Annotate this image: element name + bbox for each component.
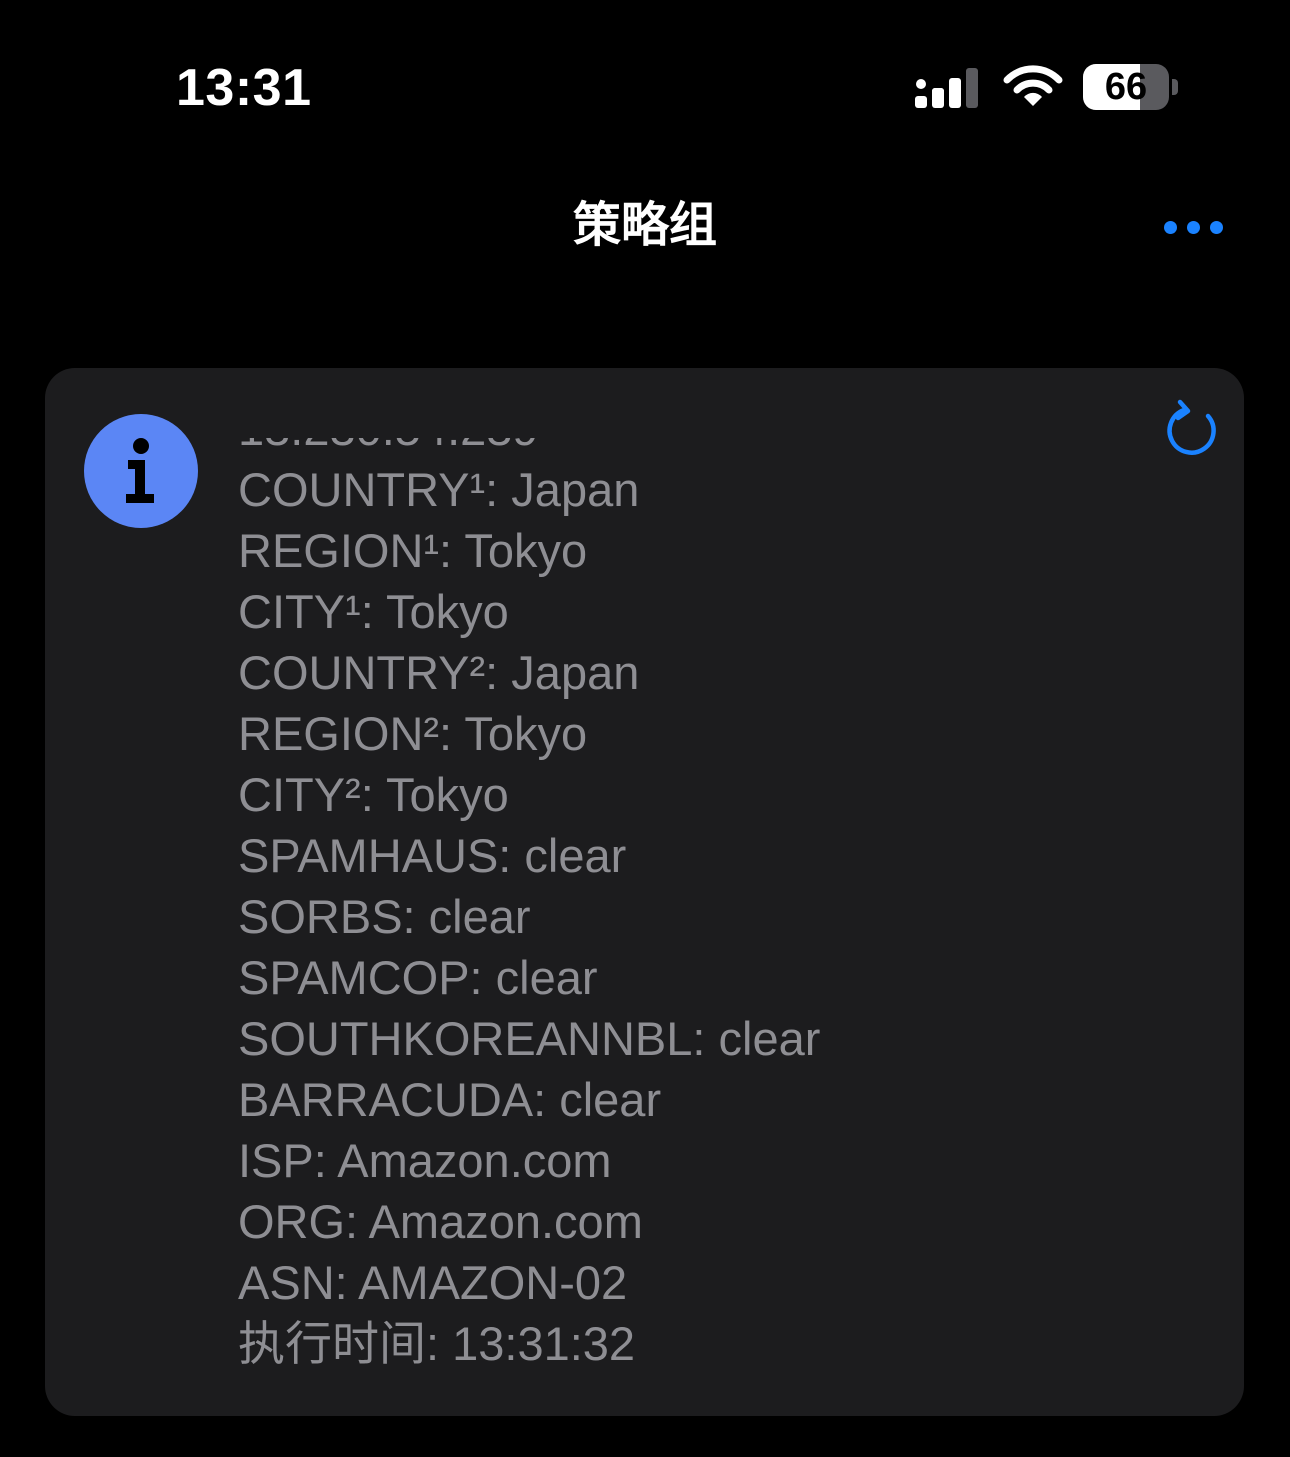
status-bar: 13:31 66 [0,0,1290,150]
refresh-icon[interactable] [1164,398,1220,458]
info-line: SOUTHKOREANNBL: clear [238,1012,821,1065]
page-title: 策略组 [572,199,717,252]
cellular-signal-icon [915,68,978,108]
info-line: REGION¹: Tokyo [238,524,588,577]
info-line: 执行时间: 13:31:32 [238,1317,636,1370]
info-text-area: 13.230.54.239 COUNTRY¹: Japan REGION¹: Tok… [238,438,1138,1398]
info-icon [84,414,198,528]
ellipsis-icon [1164,221,1177,234]
info-line: REGION²: Tokyo [238,707,588,760]
info-lines: 13.230.54.239 COUNTRY¹: Japan REGION¹: Tok… [238,438,820,1374]
info-line: COUNTRY²: Japan [238,646,640,699]
info-line: CITY²: Tokyo [238,768,509,821]
battery-percentage: 66 [1104,66,1148,108]
ellipsis-icon-dot [1210,221,1223,234]
info-line: SPAMHAUS: clear [238,829,627,882]
ellipsis-icon-dot [1187,221,1200,234]
more-options-button[interactable] [1158,208,1230,248]
info-line: ISP: Amazon.com [238,1134,612,1187]
ip-address-line: 13.230.54.239 [238,438,820,459]
status-time: 13:31 [176,59,312,117]
info-line: SPAMCOP: clear [238,951,598,1004]
info-line: ORG: Amazon.com [238,1195,643,1248]
info-line: ASN: AMAZON-02 [238,1256,628,1309]
ip-info-card: 13.230.54.239 COUNTRY¹: Japan REGION¹: Tok… [45,368,1244,1416]
info-line: BARRACUDA: clear [238,1073,662,1126]
battery-indicator: 66 [1083,64,1181,110]
wifi-icon [1003,65,1063,106]
info-line: SORBS: clear [238,890,531,943]
info-line: COUNTRY¹: Japan [238,463,640,516]
info-line: CITY¹: Tokyo [238,585,509,638]
